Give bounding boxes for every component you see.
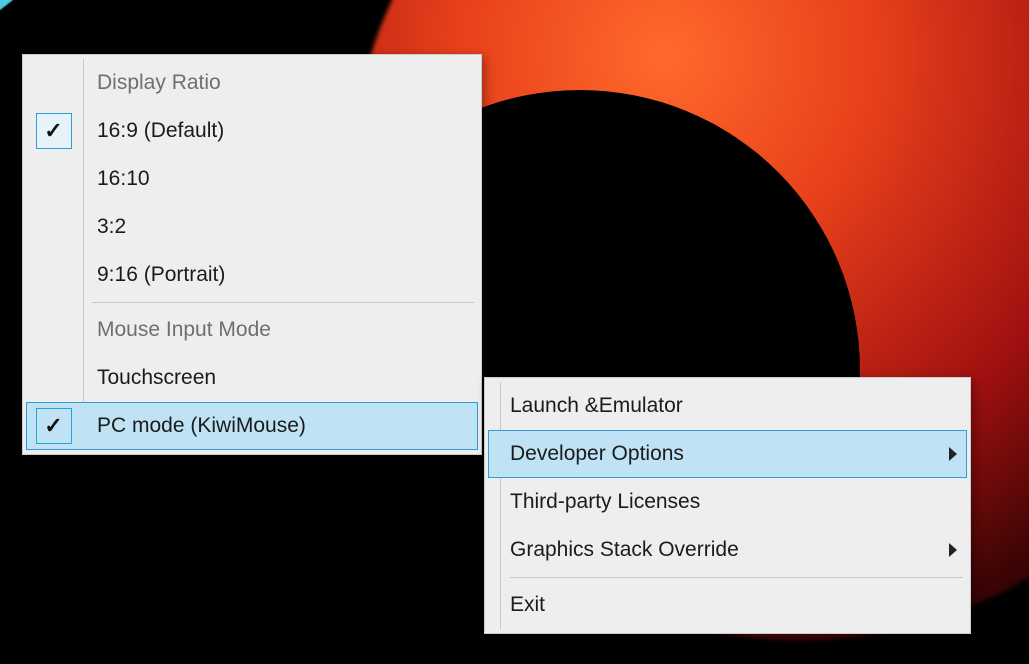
menu-item-label: 3:2 [81, 215, 478, 239]
menu-separator [92, 302, 474, 303]
menu-item-ratio-3-2[interactable]: 3:2 [26, 203, 478, 251]
menu-item-pc-mode[interactable]: ✓ PC mode (KiwiMouse) [26, 402, 478, 450]
check-icon: ✓ [44, 413, 62, 439]
menu-item-label: Launch &Emulator [498, 394, 967, 418]
menu-item-licenses[interactable]: Third-party Licenses [488, 478, 967, 526]
menu-item-label: Developer Options [498, 442, 939, 466]
checked-indicator: ✓ [36, 408, 72, 444]
menu-item-graphics-stack-override[interactable]: Graphics Stack Override [488, 526, 967, 574]
menu-item-label: 16:10 [81, 167, 478, 191]
menu-item-label: Third-party Licenses [498, 490, 967, 514]
main-context-menu: Launch &Emulator Developer Options Third… [484, 377, 971, 634]
checked-indicator: ✓ [36, 113, 72, 149]
section-header-label: Mouse Input Mode [81, 318, 478, 342]
developer-options-submenu: Display Ratio ✓ 16:9 (Default) 16:10 3:2… [22, 54, 482, 455]
menu-item-developer-options[interactable]: Developer Options [488, 430, 967, 478]
menu-item-ratio-16-9[interactable]: ✓ 16:9 (Default) [26, 107, 478, 155]
menu-item-exit[interactable]: Exit [488, 581, 967, 629]
menu-item-touchscreen[interactable]: Touchscreen [26, 354, 478, 402]
menu-item-launch-emulator[interactable]: Launch &Emulator [488, 382, 967, 430]
menu-item-ratio-9-16[interactable]: 9:16 (Portrait) [26, 251, 478, 299]
section-header-label: Display Ratio [81, 71, 478, 95]
menu-item-label: 9:16 (Portrait) [81, 263, 478, 287]
menu-item-label: Touchscreen [81, 366, 478, 390]
menu-section-header-mouse-input: Mouse Input Mode [26, 306, 478, 354]
check-icon: ✓ [44, 118, 62, 144]
submenu-arrow-icon [939, 447, 967, 461]
menu-item-label: Exit [498, 593, 967, 617]
submenu-arrow-icon [939, 543, 967, 557]
menu-item-ratio-16-10[interactable]: 16:10 [26, 155, 478, 203]
menu-item-label: Graphics Stack Override [498, 538, 939, 562]
menu-separator [510, 577, 963, 578]
menu-item-label: PC mode (KiwiMouse) [81, 414, 478, 438]
menu-item-label: 16:9 (Default) [81, 119, 478, 143]
menu-section-header-display-ratio: Display Ratio [26, 59, 478, 107]
